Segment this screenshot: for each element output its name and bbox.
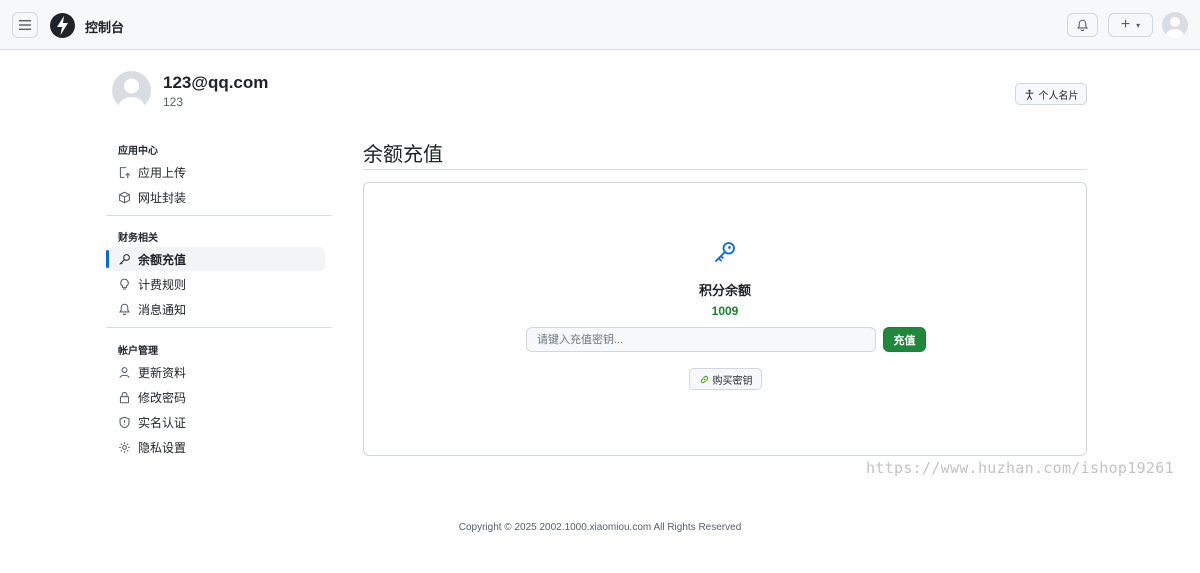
lightbulb-icon [120, 278, 129, 289]
notifications-button[interactable] [1067, 13, 1098, 37]
hamburger-icon [19, 20, 31, 30]
package-icon [119, 191, 130, 203]
sidebar-item-billing-rules[interactable]: 计费规则 [108, 272, 325, 296]
sidebar-item-label: 隐私设置 [138, 440, 187, 455]
balance-value: 1009 [711, 304, 739, 318]
page-title: 余额充值 [363, 144, 443, 166]
balance-label: 积分余额 [698, 283, 751, 298]
avatar-placeholder-icon [1166, 17, 1184, 38]
buy-key-button[interactable]: 购买密钥 [689, 368, 762, 390]
profile-avatar [112, 71, 151, 110]
sidebar-item-privacy-settings[interactable]: 隐私设置 [108, 435, 325, 459]
sidebar-item-label: 消息通知 [138, 302, 187, 317]
sidebar-item-label: 修改密码 [138, 390, 187, 405]
lightning-bolt-icon[interactable] [50, 12, 75, 39]
avatar-placeholder-icon [118, 78, 145, 110]
sidebar-item-label: 更新资料 [138, 365, 187, 380]
plus-icon: + [1120, 16, 1131, 33]
sidebar-item-recharge[interactable]: 余额充值 [106, 247, 325, 271]
recharge-key-input[interactable] [526, 327, 876, 352]
recharge-panel: 积分余额 1009 充值 购买密钥 [363, 182, 1087, 456]
sidebar-item-url-wrap[interactable]: 网址封装 [108, 185, 325, 209]
footer-copyright: Copyright © 2025 2002.1000.xiaomiou.com … [458, 522, 742, 533]
sidebar-item-label: 计费规则 [138, 277, 187, 292]
sidebar-section-finance: 财务相关 [118, 233, 158, 244]
gear-icon [119, 441, 130, 453]
sidebar-item-label: 实名认证 [138, 415, 187, 430]
key-icon [715, 242, 735, 262]
bell-icon [1077, 19, 1088, 31]
sidebar-divider [106, 215, 332, 216]
sidebar-divider [106, 327, 332, 328]
person-icon [119, 366, 130, 378]
sidebar-section-account: 帐户管理 [118, 346, 158, 357]
create-new-button[interactable]: + ▾ [1108, 13, 1153, 37]
key-icon [119, 253, 130, 265]
lock-icon [119, 391, 130, 403]
link-icon [700, 375, 708, 383]
sidebar-item-app-upload[interactable]: 应用上传 [108, 160, 325, 184]
watermark-text: https://www.huzhan.com/ishop19261 [866, 459, 1174, 477]
shield-icon [119, 416, 130, 428]
sidebar-item-notifications[interactable]: 消息通知 [108, 297, 325, 321]
recharge-button[interactable]: 充值 [883, 327, 926, 352]
sidebar-item-real-name-verification[interactable]: 实名认证 [108, 410, 325, 434]
title-divider [363, 169, 1087, 170]
top-header: 控制台 + ▾ [0, 0, 1200, 50]
sidebar-section-app-center: 应用中心 [118, 146, 158, 157]
menu-button[interactable] [12, 12, 38, 38]
sidebar-item-label: 余额充值 [138, 252, 187, 267]
personal-card-label: 个人名片 [1038, 90, 1079, 102]
profile-email: 123@qq.com [163, 73, 269, 92]
sidebar-item-label: 网址封装 [138, 190, 187, 205]
buy-key-label: 购买密钥 [712, 375, 753, 387]
chevron-down-icon: ▾ [1136, 20, 1141, 30]
sidebar-item-change-password[interactable]: 修改密码 [108, 385, 325, 409]
sidebar-item-label: 应用上传 [138, 165, 187, 180]
upload-icon [119, 166, 131, 178]
profile-username: 123 [163, 95, 184, 109]
sidebar-item-update-profile[interactable]: 更新资料 [108, 360, 325, 384]
user-avatar-button[interactable] [1162, 12, 1188, 38]
person-standing-icon [1025, 89, 1033, 100]
app-title: 控制台 [85, 20, 125, 35]
personal-card-button[interactable]: 个人名片 [1015, 83, 1087, 105]
bell-icon [119, 303, 130, 315]
